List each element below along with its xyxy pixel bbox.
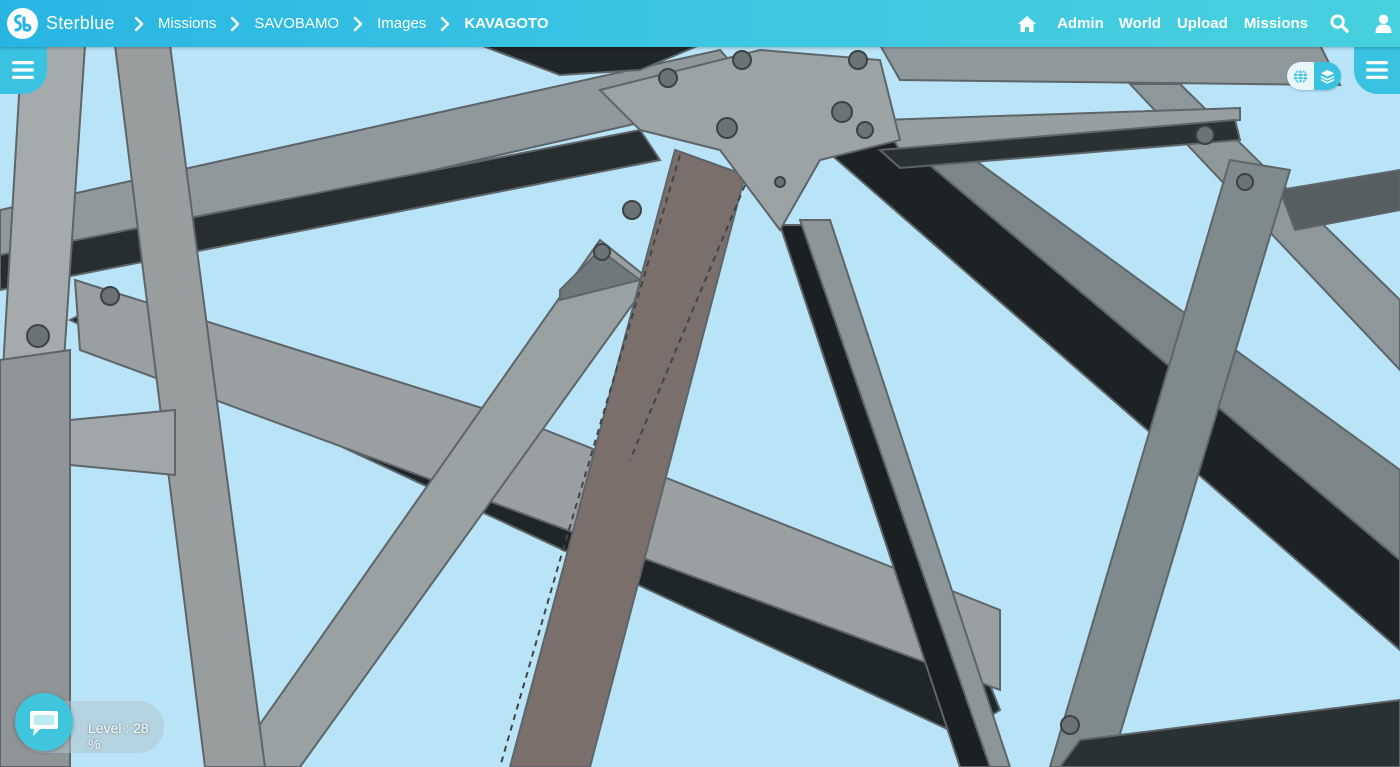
chevron-right-icon (134, 16, 144, 31)
right-menu-button[interactable] (1354, 47, 1400, 94)
top-nav-links: Admin World Upload Missions (1017, 0, 1400, 47)
nav-upload-link[interactable]: Upload (1177, 15, 1228, 32)
inspection-image[interactable] (0, 0, 1400, 767)
level-text: Level : 28 % (88, 720, 149, 752)
brand-name: Sterblue (46, 13, 115, 33)
view-mode-toggle (1287, 62, 1341, 90)
left-menu-button[interactable] (0, 47, 47, 94)
nav-world-link[interactable]: World (1119, 15, 1161, 32)
breadcrumb-mission[interactable]: SAVOBAMO (254, 15, 339, 32)
top-navbar: Sterblue Missions SAVOBAMO Images KAVAGO… (0, 0, 1400, 47)
beam (878, 44, 1342, 87)
home-icon[interactable] (1017, 15, 1037, 33)
chat-bubble-icon (30, 711, 58, 736)
breadcrumb: Missions SAVOBAMO Images KAVAGOTO (128, 0, 548, 47)
layers-view-option[interactable] (1314, 62, 1341, 90)
hamburger-icon (12, 61, 34, 79)
sterblue-logo-icon (7, 8, 38, 39)
hamburger-icon (1366, 61, 1388, 79)
brand-home-link[interactable]: Sterblue (6, 7, 115, 40)
search-icon[interactable] (1330, 14, 1349, 33)
chat-button[interactable] (15, 693, 73, 751)
beam (69, 408, 176, 477)
globe-view-option[interactable] (1287, 62, 1314, 90)
layers-icon (1320, 69, 1335, 84)
nav-missions-link[interactable]: Missions (1244, 15, 1308, 32)
nav-admin-link[interactable]: Admin (1057, 15, 1104, 32)
globe-icon (1293, 68, 1308, 84)
breadcrumb-missions[interactable]: Missions (158, 15, 216, 32)
user-icon[interactable] (1375, 14, 1392, 33)
breadcrumb-current-image: KAVAGOTO (464, 15, 549, 32)
chevron-right-icon (441, 16, 450, 31)
chevron-right-icon (231, 16, 240, 31)
chevron-right-icon (353, 16, 363, 31)
breadcrumb-images[interactable]: Images (377, 15, 426, 32)
